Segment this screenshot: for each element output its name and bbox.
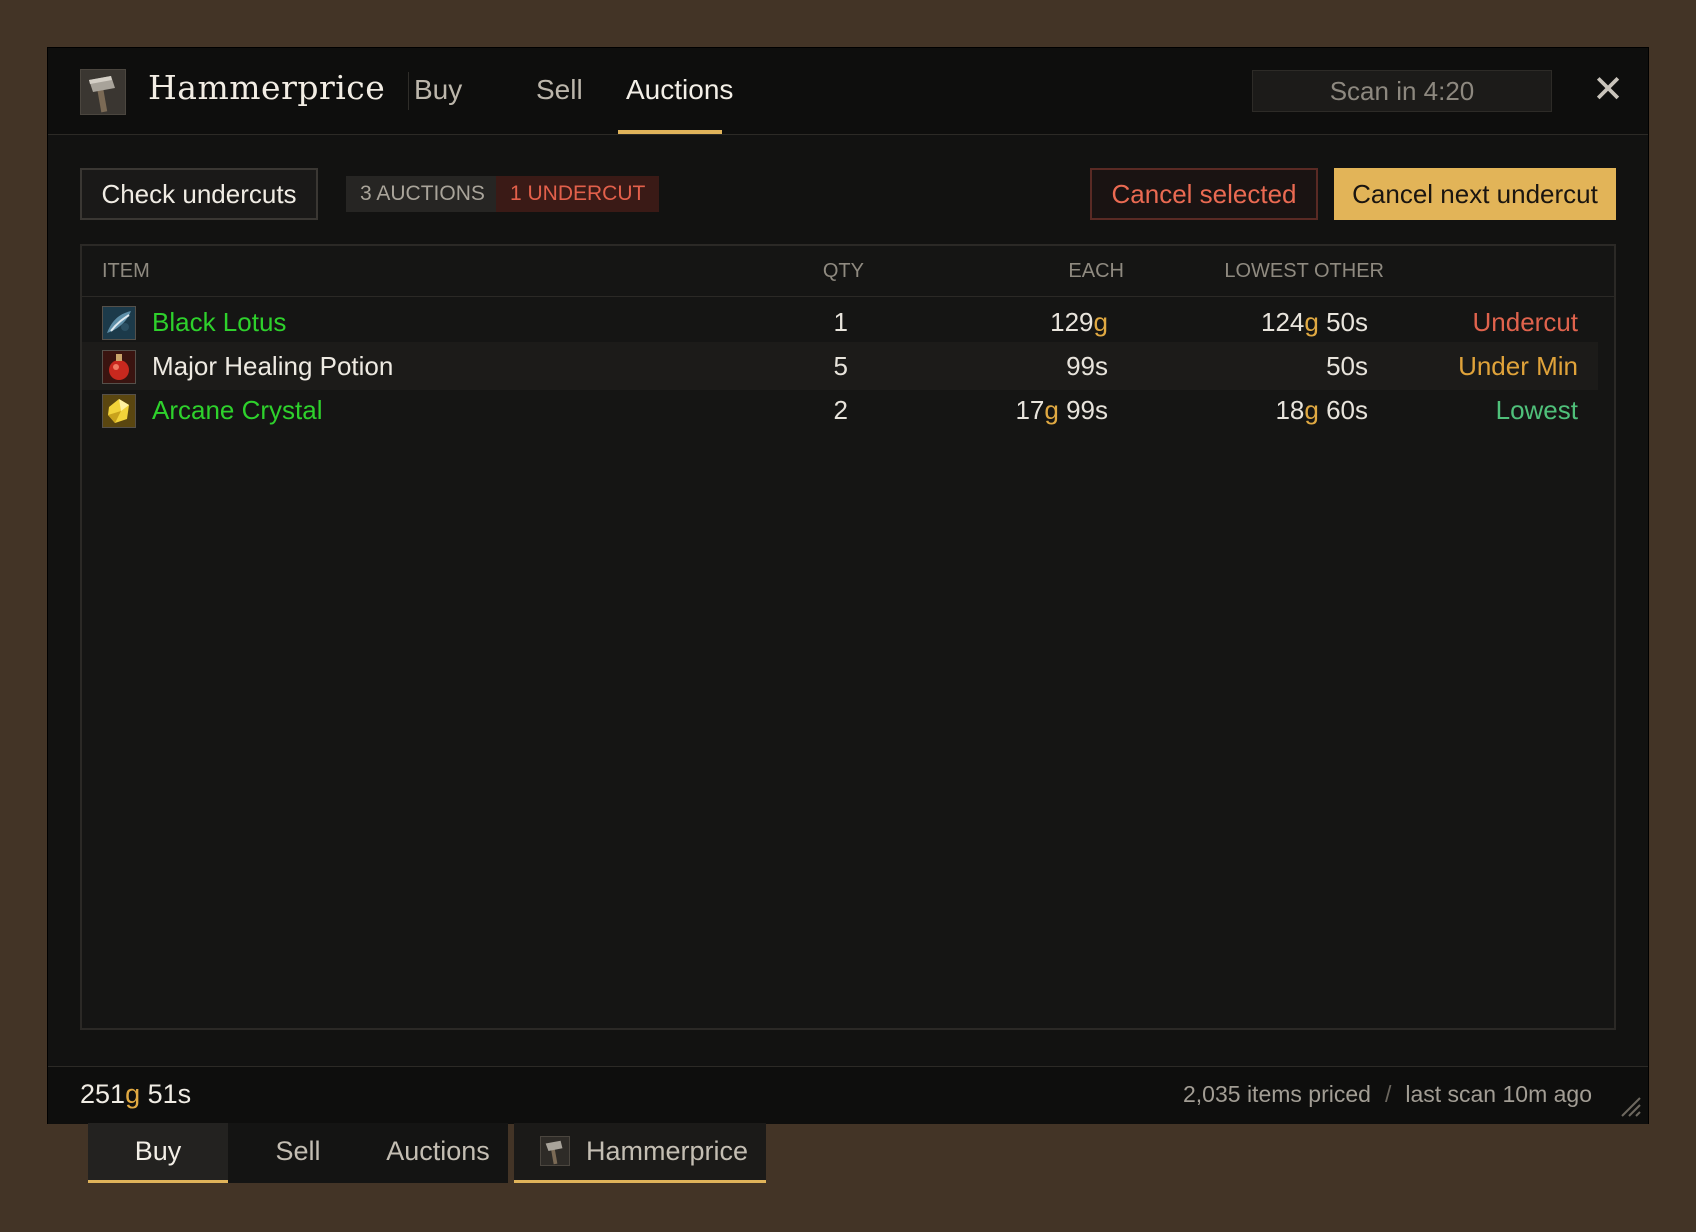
- silver-amount: 99s: [1066, 351, 1108, 381]
- item-qty: 2: [833, 395, 848, 425]
- silver-amount: 51s: [147, 1079, 192, 1109]
- gold-suffix: g: [125, 1079, 141, 1109]
- silver-amount: 50s: [1326, 307, 1368, 337]
- gold-amount: 124: [1260, 307, 1305, 337]
- cancel-selected-button[interactable]: Cancel selected: [1090, 168, 1318, 220]
- resize-grip-icon[interactable]: [1618, 1094, 1642, 1118]
- item-name[interactable]: Arcane Crystal: [152, 395, 323, 426]
- active-tab-indicator: [618, 130, 722, 134]
- hammerprice-window: Hammerprice Buy Sell Auctions Scan in 4:…: [48, 48, 1648, 1124]
- tab-sell[interactable]: Sell: [536, 74, 583, 106]
- status-badge: Undercut: [1472, 307, 1579, 337]
- column-item[interactable]: ITEM: [102, 260, 150, 283]
- bottom-tab-buy[interactable]: Buy: [88, 1123, 228, 1183]
- scan-timer: Scan in 4:20: [1252, 70, 1552, 112]
- cancel-next-undercut-button[interactable]: Cancel next undercut: [1334, 168, 1616, 220]
- player-gold: 251g 51s: [80, 1079, 191, 1110]
- table-row[interactable]: Major Healing Potion 5 99s 50s Under Min: [82, 342, 1598, 390]
- gold-suffix: g: [1093, 307, 1108, 337]
- auctions-table: ITEM QTY EACH LOWEST OTHER Black Lotus 1…: [80, 244, 1616, 1030]
- gold-suffix: g: [1304, 307, 1319, 337]
- window-header: Hammerprice Buy Sell Auctions Scan in 4:…: [48, 48, 1648, 135]
- item-name[interactable]: Major Healing Potion: [152, 351, 393, 382]
- bottom-tab-auctions[interactable]: Auctions: [368, 1123, 508, 1183]
- item-lowest-price: 50s: [1326, 351, 1368, 382]
- item-qty: 1: [833, 307, 848, 337]
- header-divider: [408, 72, 409, 110]
- gold-amount: 17: [1015, 395, 1045, 425]
- bottom-tab-sell[interactable]: Sell: [228, 1123, 368, 1183]
- gold-amount: 251: [80, 1079, 126, 1109]
- check-undercuts-button[interactable]: Check undercuts: [80, 168, 318, 220]
- column-each[interactable]: EACH: [1068, 260, 1124, 283]
- item-each-price: 99s: [1066, 351, 1108, 382]
- separator: /: [1384, 1081, 1392, 1107]
- healing-potion-icon: [102, 350, 136, 384]
- bottom-tab-hammerprice[interactable]: Hammerprice: [514, 1123, 766, 1183]
- silver-amount: 50s: [1326, 351, 1368, 381]
- gold-amount: 129: [1050, 307, 1094, 337]
- item-each-price: 129g: [1050, 307, 1108, 338]
- tab-auctions[interactable]: Auctions: [626, 74, 733, 106]
- undercut-count-badge: 1 UNDERCUT: [496, 176, 660, 212]
- bottom-tab-label: Hammerprice: [586, 1136, 749, 1166]
- table-header: ITEM QTY EACH LOWEST OTHER: [82, 246, 1614, 297]
- arcane-crystal-icon: [102, 394, 136, 428]
- item-lowest-price: 18g 60s: [1275, 395, 1368, 426]
- status-badge: Under Min: [1458, 351, 1578, 381]
- close-icon[interactable]: ✕: [1588, 70, 1628, 110]
- hammer-icon: [540, 1136, 570, 1166]
- gold-suffix: g: [1044, 395, 1059, 425]
- silver-amount: 60s: [1326, 395, 1368, 425]
- hammer-icon: [80, 69, 126, 115]
- app-title: Hammerprice: [148, 68, 386, 107]
- scan-info: 2,035 items priced / last scan 10m ago: [1183, 1081, 1592, 1108]
- item-qty: 5: [833, 351, 848, 381]
- item-each-price: 17g 99s: [1015, 395, 1108, 426]
- status-badge: Lowest: [1495, 395, 1578, 425]
- item-name[interactable]: Black Lotus: [152, 307, 286, 338]
- item-lowest-price: 124g 50s: [1261, 307, 1368, 338]
- black-lotus-icon: [102, 306, 136, 340]
- column-qty[interactable]: QTY: [823, 260, 864, 283]
- gold-amount: 18: [1275, 395, 1305, 425]
- tab-buy[interactable]: Buy: [414, 74, 462, 106]
- gold-suffix: g: [1304, 395, 1319, 425]
- status-bar: 251g 51s 2,035 items priced / last scan 10…: [48, 1066, 1648, 1124]
- silver-amount: 99s: [1066, 395, 1108, 425]
- table-row[interactable]: Black Lotus 1 129g 124g 50s Undercut: [82, 298, 1598, 346]
- column-lowest-other[interactable]: LOWEST OTHER: [1224, 260, 1384, 283]
- last-scan: last scan 10m ago: [1405, 1081, 1592, 1107]
- items-priced: 2,035 items priced: [1183, 1081, 1371, 1107]
- table-row[interactable]: Arcane Crystal 2 17g 99s 18g 60s Lowest: [82, 386, 1598, 434]
- auctions-count-badge: 3 AUCTIONS: [346, 176, 499, 212]
